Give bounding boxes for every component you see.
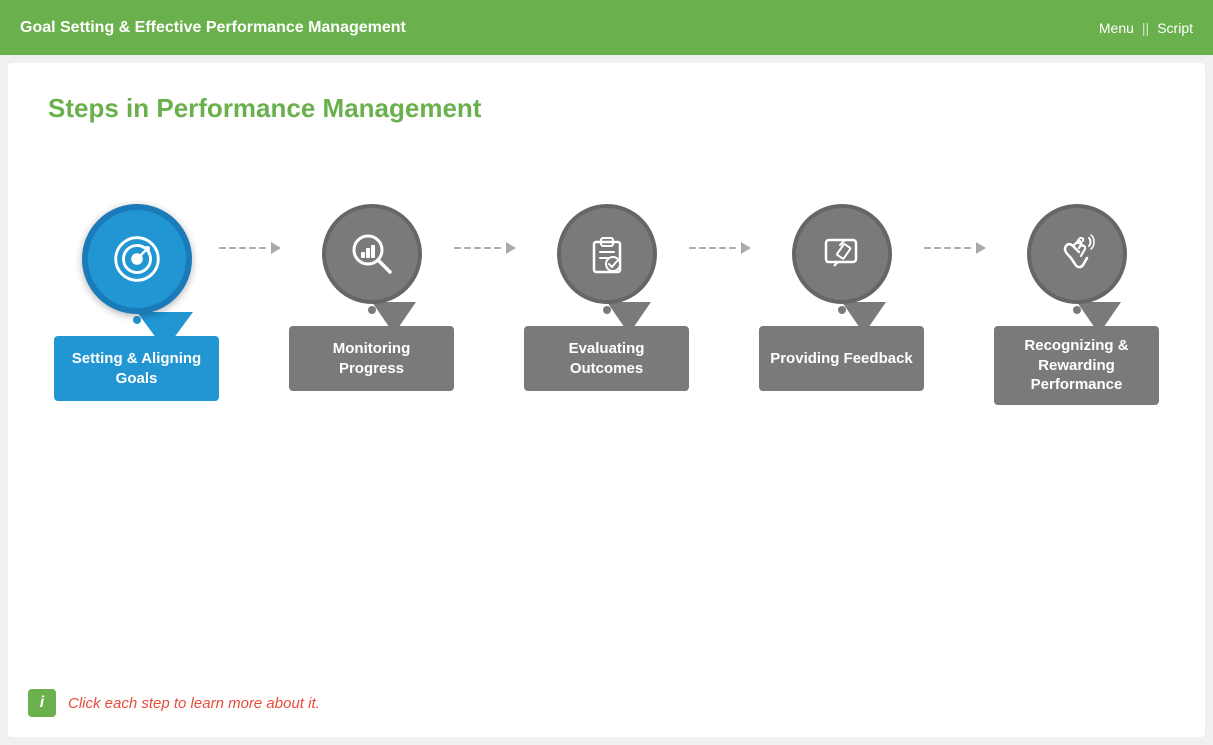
- dash: [259, 247, 266, 249]
- dash: [964, 247, 971, 249]
- info-icon-label: i: [40, 694, 44, 712]
- header-nav: Menu || Script: [1099, 20, 1193, 36]
- dash: [689, 247, 696, 249]
- dashed-arrow-2: [454, 242, 524, 254]
- dash: [454, 247, 461, 249]
- dash: [934, 247, 941, 249]
- step-label-box-4[interactable]: Providing Feedback: [759, 326, 924, 391]
- step-label-box-5[interactable]: Recognizing & Rewarding Performance: [994, 326, 1159, 405]
- step-label-2: Monitoring Progress: [299, 339, 444, 378]
- footer-hint: Click each step to learn more about it.: [68, 695, 320, 712]
- pin-circle-2: [322, 204, 422, 304]
- step-item-4[interactable]: Providing Feedback: [759, 204, 924, 391]
- step-pin-2: [322, 204, 422, 314]
- arrow-head: [976, 242, 986, 254]
- pin-circle-1: [82, 204, 192, 314]
- step-item-5[interactable]: Recognizing & Rewarding Performance: [994, 204, 1159, 405]
- step-label-3: Evaluating Outcomes: [534, 339, 679, 378]
- dash: [229, 247, 236, 249]
- steps-container: Setting & Aligning Goals: [48, 184, 1165, 707]
- clipboard-check-icon: [581, 228, 633, 280]
- menu-link[interactable]: Menu: [1099, 20, 1134, 36]
- applause-icon: [1051, 228, 1103, 280]
- dash: [954, 247, 961, 249]
- step-item-1[interactable]: Setting & Aligning Goals: [54, 204, 219, 401]
- footer-bar: i Click each step to learn more about it…: [28, 689, 320, 717]
- step-item-3[interactable]: Evaluating Outcomes: [524, 204, 689, 391]
- arrow-head: [271, 242, 281, 254]
- dash: [719, 247, 726, 249]
- dash: [464, 247, 471, 249]
- dashed-arrow-1: [219, 242, 289, 254]
- app-title: Goal Setting & Effective Performance Man…: [20, 19, 406, 37]
- dashed-arrow-4: [924, 242, 994, 254]
- step-pin-3: [557, 204, 657, 314]
- dash: [474, 247, 481, 249]
- arrow-head: [741, 242, 751, 254]
- pin-circle-3: [557, 204, 657, 304]
- dash: [709, 247, 716, 249]
- step-pin-1: [82, 204, 192, 324]
- app-container: Goal Setting & Effective Performance Man…: [0, 0, 1213, 745]
- dash: [239, 247, 246, 249]
- step-label-box-2[interactable]: Monitoring Progress: [289, 326, 454, 391]
- dash: [484, 247, 491, 249]
- header-bar: Goal Setting & Effective Performance Man…: [0, 0, 1213, 55]
- info-icon-button[interactable]: i: [28, 689, 56, 717]
- pin-circle-4: [792, 204, 892, 304]
- dash: [699, 247, 706, 249]
- step-label-5: Recognizing & Rewarding Performance: [1004, 336, 1149, 395]
- dash: [219, 247, 226, 249]
- target-icon: [108, 230, 166, 288]
- step-pin-5: [1027, 204, 1127, 314]
- script-link[interactable]: Script: [1157, 20, 1193, 36]
- dash: [249, 247, 256, 249]
- step-label-box-3[interactable]: Evaluating Outcomes: [524, 326, 689, 391]
- step-label-1: Setting & Aligning Goals: [64, 349, 209, 388]
- dash: [729, 247, 736, 249]
- connector-3: [689, 204, 759, 314]
- main-content: Steps in Performance Management: [8, 63, 1205, 737]
- arrow-head: [506, 242, 516, 254]
- feedback-icon: [816, 228, 868, 280]
- page-title: Steps in Performance Management: [48, 93, 1165, 124]
- step-pin-4: [792, 204, 892, 314]
- dashed-arrow-3: [689, 242, 759, 254]
- pin-circle-5: [1027, 204, 1127, 304]
- dash: [494, 247, 501, 249]
- step-label-4: Providing Feedback: [770, 349, 913, 369]
- chart-search-icon: [346, 228, 398, 280]
- dash: [924, 247, 931, 249]
- connector-2: [454, 204, 524, 314]
- connector-4: [924, 204, 994, 314]
- dash: [944, 247, 951, 249]
- step-item-2[interactable]: Monitoring Progress: [289, 204, 454, 391]
- nav-divider: ||: [1142, 20, 1149, 36]
- connector-1: [219, 204, 289, 314]
